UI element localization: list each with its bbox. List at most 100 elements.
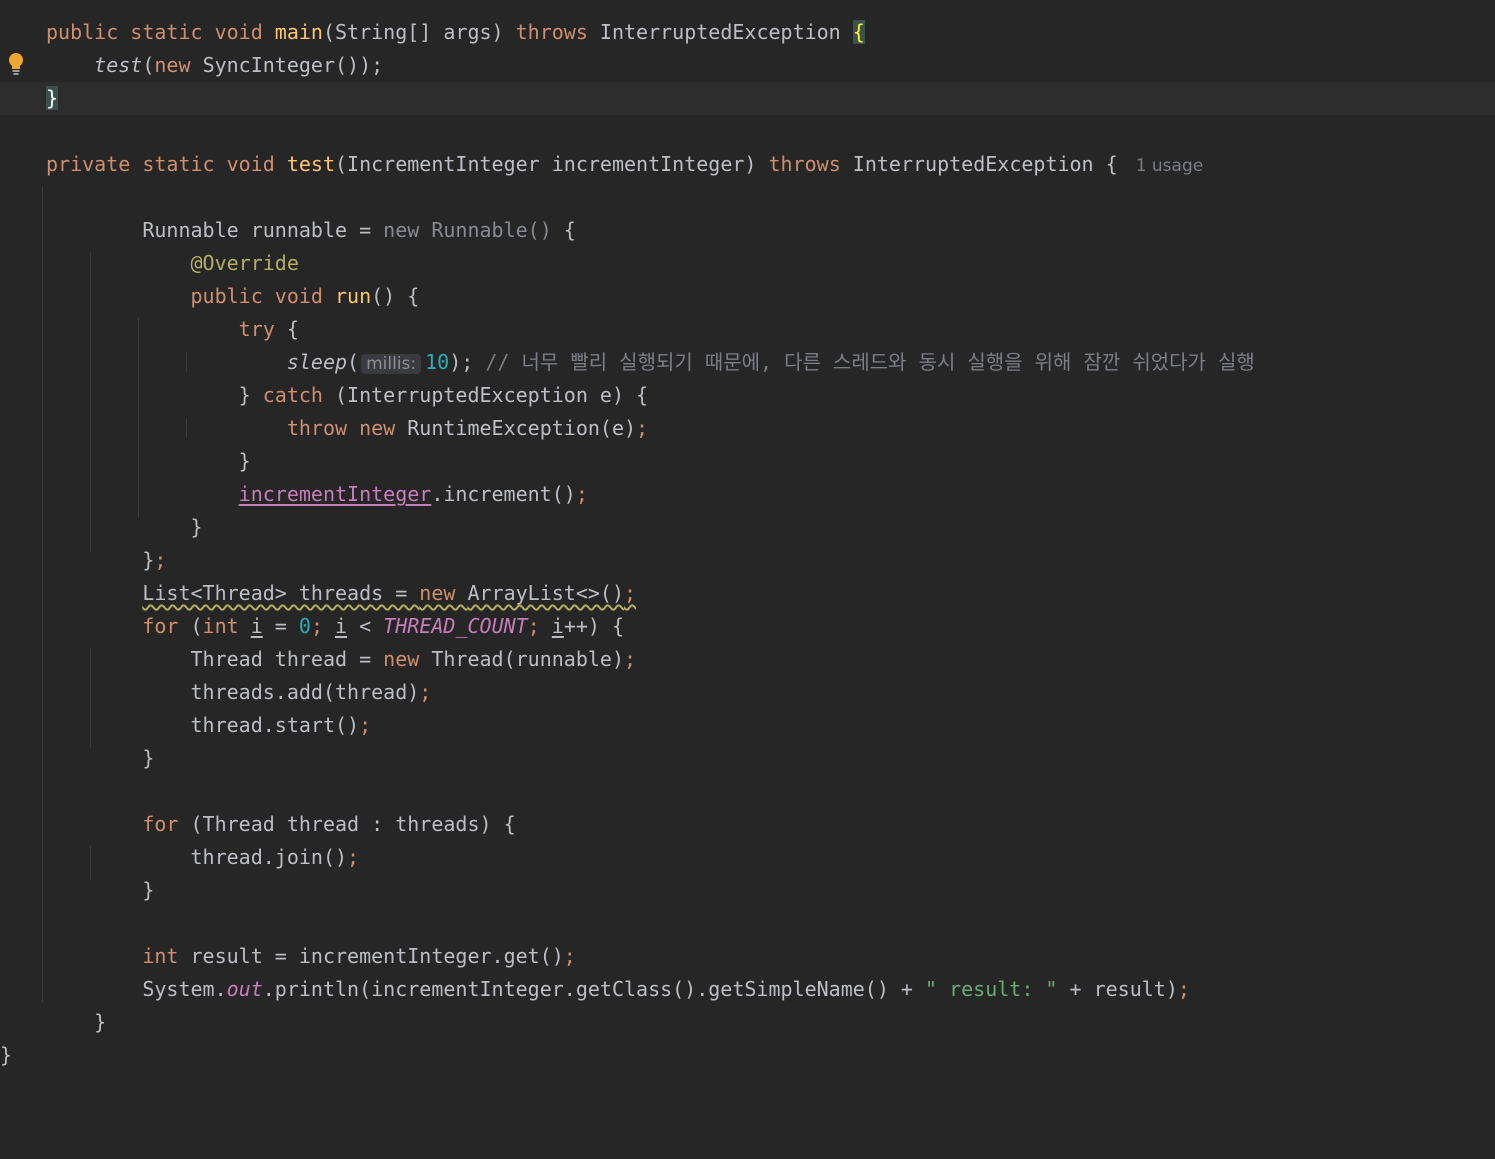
code-token: new: [154, 53, 203, 77]
code-line[interactable]: private static void test(IncrementIntege…: [46, 148, 1495, 181]
code-token: throws: [515, 20, 600, 44]
code-token: result = incrementInteger.get(): [190, 944, 564, 968]
code-line[interactable]: } catch (InterruptedException e) {: [46, 379, 1495, 412]
code-line[interactable]: }: [46, 874, 1495, 907]
usage-count-hint[interactable]: 1 usage: [1136, 156, 1204, 176]
code-line[interactable]: throw new RuntimeException(e);: [46, 412, 1495, 445]
code-token: test: [94, 53, 143, 77]
code-line[interactable]: [46, 115, 1495, 148]
code-line[interactable]: }: [46, 1006, 1495, 1039]
code-line[interactable]: thread.join();: [46, 841, 1495, 874]
code-token: (IncrementInteger incrementInteger): [335, 152, 769, 176]
code-token: public void: [190, 284, 335, 308]
code-token: (: [142, 53, 155, 77]
code-line[interactable]: public static void main(String[] args) t…: [46, 16, 1495, 49]
code-line[interactable]: }: [46, 82, 1495, 115]
code-token: + result): [1057, 977, 1178, 1001]
code-line[interactable]: Thread thread = new Thread(runnable);: [46, 643, 1495, 676]
code-token: }: [0, 1043, 13, 1067]
code-token: (InterruptedException e) {: [335, 383, 649, 407]
code-token: " result: ": [925, 977, 1058, 1001]
code-token: }: [46, 86, 59, 110]
code-token: ;: [1177, 977, 1190, 1001]
code-line[interactable]: thread.start();: [46, 709, 1495, 742]
code-token: (: [347, 350, 360, 374]
code-token: new Runnable(): [383, 218, 564, 242]
code-token: ;: [359, 713, 372, 737]
code-line[interactable]: }: [0, 1039, 1449, 1072]
code-token: i: [551, 614, 564, 638]
code-editor[interactable]: public static void main(String[] args) t…: [0, 0, 1495, 1159]
code-token: ;: [575, 482, 588, 506]
code-line[interactable]: @Override: [46, 247, 1495, 280]
code-token: new: [419, 581, 468, 605]
code-line[interactable]: }: [46, 511, 1495, 544]
code-token: sleep: [286, 350, 348, 374]
code-line[interactable]: test(new SyncInteger());: [46, 49, 1495, 82]
code-token: public static void: [46, 20, 275, 44]
code-token: List<Thread> threads =: [142, 581, 420, 605]
code-token: ++) {: [563, 614, 625, 638]
code-line[interactable]: };: [46, 544, 1495, 577]
code-token: 0: [298, 614, 311, 638]
code-line[interactable]: }: [46, 445, 1495, 478]
code-token: InterruptedException: [599, 20, 853, 44]
code-token: throw new: [286, 416, 408, 440]
parameter-hint: millis:: [361, 354, 422, 374]
code-line[interactable]: try {: [46, 313, 1495, 346]
code-token: Runnable runnable =: [46, 218, 384, 242]
code-token: new: [383, 647, 432, 671]
code-token: {: [563, 218, 576, 242]
code-token: incrementInteger: [238, 482, 432, 506]
code-line[interactable]: List<Thread> threads = new ArrayList<>()…: [46, 577, 1495, 610]
code-token: for: [142, 812, 191, 836]
code-token: }: [46, 515, 203, 539]
code-token: }: [46, 548, 155, 572]
code-line[interactable]: incrementInteger.increment();: [46, 478, 1495, 511]
code-token: Thread(runnable): [431, 647, 624, 671]
code-line[interactable]: for (int i = 0; i < THREAD_COUNT; i++) {: [46, 610, 1495, 643]
code-token: ;: [623, 647, 637, 671]
code-line[interactable]: sleep(millis: 10); // 너무 빨리 실행되기 때문에, 다른 …: [46, 346, 1495, 379]
code-token: (: [190, 614, 203, 638]
code-token: threads.add(thread): [46, 680, 420, 704]
code-token: }: [46, 449, 251, 473]
code-line[interactable]: for (Thread thread : threads) {: [46, 808, 1495, 841]
code-token: catch: [262, 383, 335, 407]
code-token: }: [46, 1010, 107, 1034]
code-line[interactable]: }: [46, 742, 1495, 775]
code-line[interactable]: [46, 907, 1495, 940]
code-line[interactable]: int result = incrementInteger.get();: [46, 940, 1495, 973]
code-token: throws: [768, 152, 853, 176]
code-token: () {: [371, 284, 420, 308]
code-token: test: [286, 152, 335, 176]
lightbulb-icon[interactable]: [7, 52, 25, 76]
code-token: {: [852, 20, 865, 44]
code-line[interactable]: Runnable runnable = new Runnable() {: [46, 214, 1495, 247]
code-line[interactable]: System.out.println(incrementInteger.getC…: [46, 973, 1495, 1006]
code-token: (Thread thread : threads) {: [190, 812, 516, 836]
code-token: int: [142, 944, 191, 968]
code-token: ;: [154, 548, 167, 572]
code-token: @Override: [190, 251, 299, 275]
code-token: }: [46, 383, 263, 407]
code-token: }: [46, 878, 155, 902]
code-line[interactable]: [46, 775, 1495, 808]
code-token: run: [335, 284, 372, 308]
code-line[interactable]: threads.add(thread);: [46, 676, 1495, 709]
code-comment: // 너무 빨리 실행되기 때문에, 다른 스레드와 동시 실행을 위해 잠깐 …: [485, 350, 1255, 374]
code-token: for: [142, 614, 191, 638]
code-token: 10: [425, 350, 450, 374]
code-token: ;: [527, 614, 552, 638]
code-line[interactable]: [46, 181, 1495, 214]
code-token: ;: [636, 416, 649, 440]
code-line[interactable]: public void run() {: [46, 280, 1495, 313]
